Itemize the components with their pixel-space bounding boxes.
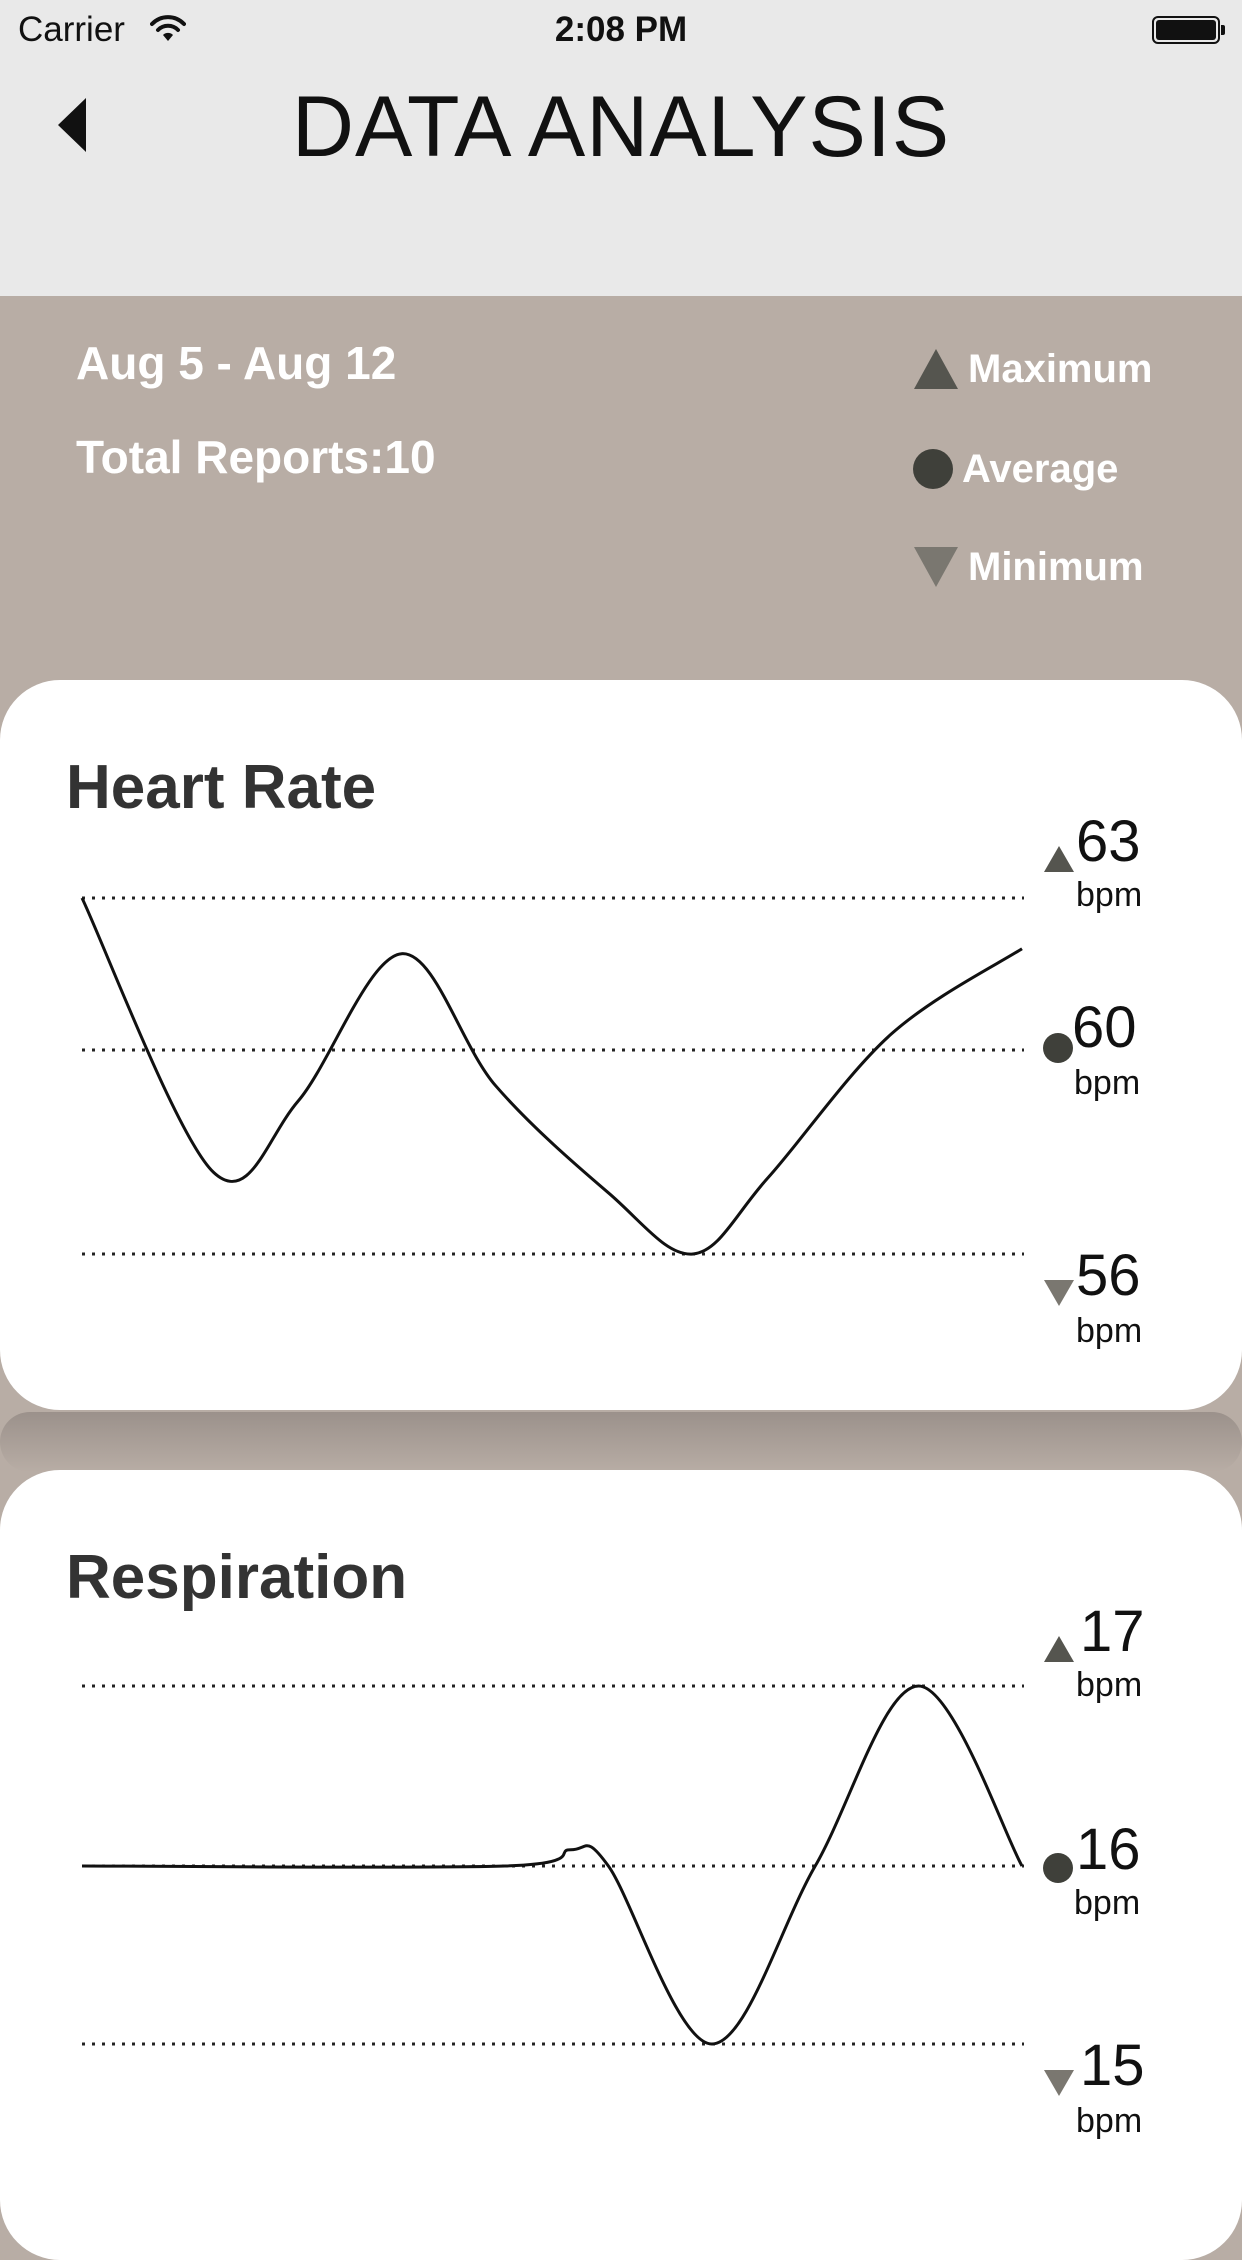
legend-label: Minimum [968, 544, 1144, 589]
max-unit: bpm [1076, 876, 1143, 914]
avg-unit: bpm [1074, 1884, 1141, 1922]
card-separator [0, 1412, 1242, 1472]
min-marker-icon [1044, 2070, 1074, 2096]
max-marker-icon [1044, 1636, 1074, 1662]
date-range[interactable]: Aug 5 - Aug 12 [76, 336, 396, 390]
triangle-down-icon [914, 547, 958, 587]
min-marker-icon [1044, 1280, 1074, 1306]
series-line [80, 897, 1023, 1256]
legend-label: Maximum [968, 346, 1153, 391]
legend-minimum: Minimum [912, 542, 1144, 592]
avg-marker-icon [1043, 1033, 1073, 1063]
page-title: DATA ANALYSIS [291, 79, 951, 175]
heart-rate-card[interactable]: Heart Rate 63 bpm 60 bpm 56 bpm [0, 680, 1242, 1410]
circle-icon [913, 449, 953, 489]
max-value: 17 [1080, 1599, 1145, 1664]
min-unit: bpm [1076, 2102, 1143, 2140]
status-time: 2:08 PM [554, 10, 688, 49]
legend-average: Average [912, 444, 1118, 494]
avg-unit: bpm [1074, 1064, 1141, 1102]
legend-maximum: Maximum [912, 344, 1153, 394]
battery-icon [1152, 16, 1225, 44]
min-value: 56 [1076, 1243, 1141, 1308]
avg-value: 60 [1072, 995, 1137, 1060]
respiration-card[interactable]: Respiration 17 bpm 16 bpm 15 bpm [0, 1470, 1242, 2260]
avg-value: 16 [1076, 1817, 1141, 1882]
min-unit: bpm [1076, 1312, 1143, 1350]
legend-label: Average [962, 446, 1119, 491]
triangle-up-icon [914, 349, 958, 389]
min-value: 15 [1080, 2033, 1145, 2098]
nav-header: DATA ANALYSIS [0, 60, 1242, 296]
avg-marker-icon [1043, 1853, 1073, 1883]
summary-panel: Aug 5 - Aug 12 Total Reports:10 Maximum … [0, 296, 1242, 680]
max-value: 63 [1076, 809, 1141, 874]
total-reports: Total Reports:10 [76, 431, 436, 483]
max-marker-icon [1044, 846, 1074, 872]
max-unit: bpm [1076, 1666, 1143, 1704]
status-bar: Carrier 2:08 PM [0, 0, 1242, 60]
